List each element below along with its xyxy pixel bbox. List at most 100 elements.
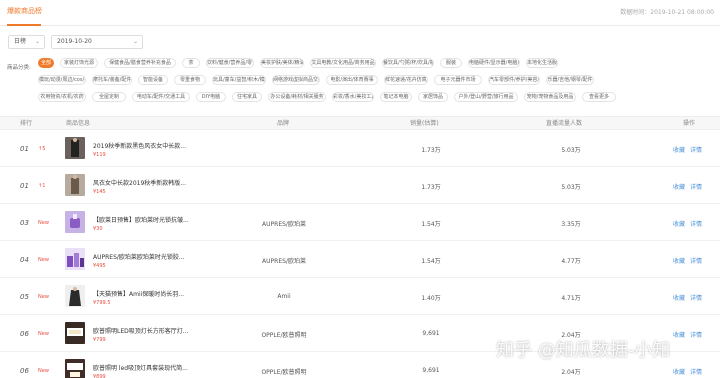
details-link[interactable]: 详情 <box>690 221 702 228</box>
column-header-product: 商品信息 <box>66 120 91 127</box>
category-chip[interactable]: 文具电教/文化用品/商务用品 <box>310 58 376 68</box>
product-name-link[interactable]: 【天猫预售】Amii保暖时尚长羽... <box>93 289 223 298</box>
favorite-link[interactable]: 收藏 <box>673 147 685 154</box>
category-chip[interactable]: 彩妆/香水/美妆工具 <box>332 92 374 102</box>
product-thumbnail[interactable] <box>65 211 85 233</box>
category-chip[interactable]: 电子元器件市场 <box>434 75 482 85</box>
rank-number: 01 <box>20 182 29 190</box>
category-chip[interactable]: 零重食物 <box>174 75 206 85</box>
category-chip[interactable]: 餐饮具/勺粥/杯/炊具/瓶 <box>382 58 434 68</box>
category-chip[interactable]: 户外/登山/野营/旅行用品 <box>454 92 518 102</box>
favorite-link[interactable]: 收藏 <box>673 295 685 302</box>
category-chip[interactable]: 家居饰品 <box>418 92 448 102</box>
column-header-live-viewers[interactable]: 直播流量人数 <box>546 117 582 130</box>
category-chip[interactable]: 摩托车/装备/配件 <box>92 75 132 85</box>
category-chip[interactable]: 家装灯饰光源 <box>60 58 98 68</box>
column-header-brand: 品牌 <box>277 120 290 127</box>
product-name-link[interactable]: AUPRES/欧珀莱欧珀莱时光锁胶... <box>93 252 223 261</box>
category-chip[interactable]: 住宅家具 <box>232 92 262 102</box>
date-select[interactable]: 2019-10-20 ⌄ <box>51 35 143 49</box>
favorite-link[interactable]: 收藏 <box>673 258 685 265</box>
rank-number: 06 <box>20 330 29 338</box>
category-chip[interactable]: 农用物资/农机/农药 <box>38 92 86 102</box>
category-chip[interactable]: 汽车零部件/养护/美容/维保 <box>488 75 540 85</box>
details-link[interactable]: 详情 <box>690 184 702 191</box>
product-price: ¥145 <box>93 189 106 195</box>
category-chip[interactable]: 保健食品/膳食营养补充食品 <box>104 58 176 68</box>
sales-estimate: 9,691 <box>422 330 440 337</box>
category-chip[interactable]: 本地化生活服务 <box>526 58 558 68</box>
product-name-link[interactable]: 2019秋季新款黑色风衣女中长款... <box>93 141 223 150</box>
favorite-link[interactable]: 收藏 <box>673 221 685 228</box>
product-thumbnail[interactable] <box>65 285 85 307</box>
category-chip[interactable]: 饮料/健食/营养品/零食 <box>206 58 254 68</box>
category-chip[interactable]: 服装 <box>440 58 462 68</box>
product-price: ¥799 <box>93 337 106 343</box>
brand-name: AUPRES/欧珀莱 <box>262 258 306 265</box>
period-type-select[interactable]: 日榜 ⌄ <box>8 35 45 49</box>
category-chip-all[interactable]: 全部 <box>38 58 54 68</box>
favorite-link[interactable]: 收藏 <box>673 332 685 339</box>
active-tab-indicator <box>7 24 41 26</box>
update-timestamp: 数据时间：2019-10-21 08:00:00 <box>620 9 714 16</box>
details-link[interactable]: 详情 <box>690 369 702 376</box>
category-chip[interactable]: 宠物/宠物食品及用品 <box>524 92 576 102</box>
product-name-link[interactable]: 风衣女中长款2019秋季新款韩版... <box>93 178 223 187</box>
row-actions: 收藏 详情 <box>673 330 707 339</box>
product-price: ¥799.5 <box>93 300 111 306</box>
category-chip[interactable]: 智能设备 <box>138 75 168 85</box>
row-actions: 收藏 详情 <box>673 182 707 191</box>
category-chip[interactable]: DIY电脑 <box>196 92 226 102</box>
category-chip[interactable]: 美妆护肤/美体/精油 <box>260 58 304 68</box>
category-chip[interactable]: 电影/演出/体育赛事 <box>326 75 378 85</box>
product-thumbnail[interactable] <box>65 248 85 270</box>
details-link[interactable]: 详情 <box>690 295 702 302</box>
column-header-sales[interactable]: 销量(估算) <box>410 117 439 130</box>
category-chip[interactable]: 模玩/动漫/周边/cos/桌游 <box>38 75 86 85</box>
chevron-down-icon: ⌄ <box>132 38 138 45</box>
rank-number: 06 <box>20 367 29 375</box>
view-more-chip[interactable]: 查看更多 <box>582 92 616 102</box>
category-chip[interactable]: 电脑硬件/显示器/电脑周边 <box>468 58 520 68</box>
details-link[interactable]: 详情 <box>690 258 702 265</box>
rank-number: 04 <box>20 256 29 264</box>
sales-estimate: 1.54万 <box>421 258 441 265</box>
category-label: 商品分类: <box>7 65 31 71</box>
rank-change-badge: New <box>38 220 49 226</box>
app-window: 爆款商品榜 数据时间：2019-10-21 08:00:00 日榜 ⌄ 2019… <box>0 0 720 378</box>
category-chip[interactable]: 电动车/配件/交通工具 <box>132 92 190 102</box>
rank-change-badge: New <box>38 368 49 374</box>
chevron-down-icon: ⌄ <box>34 38 40 45</box>
product-name-link[interactable]: 欧普照明LED吸顶灯长方形客厅灯... <box>93 326 223 335</box>
category-chip[interactable]: 网络游戏虚拟商品交易平台 <box>272 75 320 85</box>
category-chip[interactable]: 办公设备/耗材/相关服务 <box>268 92 326 102</box>
favorite-link[interactable]: 收藏 <box>673 369 685 376</box>
product-thumbnail[interactable] <box>65 137 85 159</box>
category-chip[interactable]: 鲜花速递/花卉仿真/绿植园艺 <box>384 75 428 85</box>
sales-estimate: 1.73万 <box>421 147 441 154</box>
category-chip[interactable]: 全屋定制 <box>92 92 126 102</box>
category-chip[interactable]: 茶 <box>182 58 200 68</box>
column-header-actions: 操作 <box>683 120 696 127</box>
row-actions: 收藏 详情 <box>673 293 707 302</box>
table-header: 排行 商品信息 品牌 销量(估算) 直播流量人数 操作 <box>0 116 720 130</box>
product-price: ¥119 <box>93 152 106 158</box>
product-name-link[interactable]: 【欧莱日预售】欧珀莱时光锁抗皱... <box>93 215 223 224</box>
rank-number: 05 <box>20 293 29 301</box>
category-chip[interactable]: 乐器/吉他/钢琴/配件 <box>546 75 594 85</box>
table-row: 04 New AUPRES/欧珀莱欧珀莱时光锁胶... ¥495 AUPRES/欧珀莱 1… <box>0 242 720 278</box>
product-thumbnail[interactable] <box>65 174 85 196</box>
details-link[interactable]: 详情 <box>690 332 702 339</box>
product-thumbnail[interactable] <box>65 359 85 378</box>
brand-name: OPPLE/欧普照明 <box>261 332 307 339</box>
favorite-link[interactable]: 收藏 <box>673 184 685 191</box>
tab-hot-products[interactable]: 爆款商品榜 <box>7 6 42 16</box>
details-link[interactable]: 详情 <box>690 147 702 154</box>
product-name-link[interactable]: 欧普照明 led吸顶灯具套装现代简... <box>93 363 223 372</box>
category-chip[interactable]: 笔记本电脑 <box>380 92 412 102</box>
category-chip[interactable]: 玩具/童车/益智/积木/模型 <box>212 75 266 85</box>
table-row: 01 ↑1 风衣女中长款2019秋季新款韩版... ¥145 1.73万 5.03万 收藏详… <box>0 168 720 204</box>
rank-number: 03 <box>20 219 29 227</box>
product-thumbnail[interactable] <box>65 322 85 344</box>
sales-estimate: 1.40万 <box>421 295 441 302</box>
